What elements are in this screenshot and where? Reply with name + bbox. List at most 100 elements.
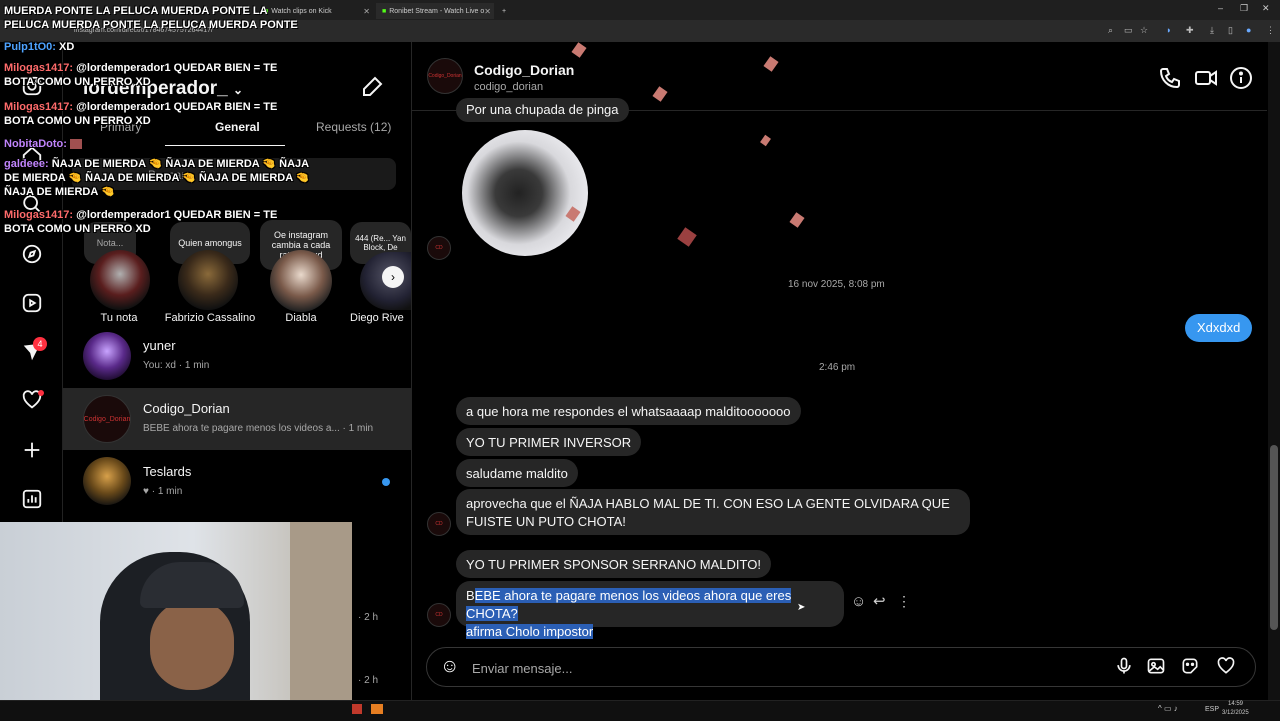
notification-dot bbox=[38, 390, 44, 396]
explore-icon[interactable] bbox=[18, 240, 46, 268]
message-bubble[interactable]: YO TU PRIMER INVERSOR bbox=[456, 428, 642, 456]
chat-text: ÑAJA DE MIERDA 🤏 ÑAJA DE MIERDA 🤏 ÑAJA D… bbox=[4, 158, 310, 198]
app-icon[interactable] bbox=[371, 704, 383, 714]
stream-chat-line: NobitaDoto: bbox=[4, 137, 304, 151]
avatar[interactable] bbox=[270, 250, 332, 312]
cast-icon[interactable]: ▭ bbox=[1124, 25, 1133, 36]
message-line: FUISTE UN PUTO CHOTA! bbox=[466, 514, 626, 529]
shared-image[interactable] bbox=[462, 130, 588, 256]
chat-avatar[interactable]: Codigo_Dorian bbox=[427, 58, 463, 94]
avatar bbox=[83, 332, 131, 380]
message-text: B bbox=[466, 588, 475, 603]
background-wall bbox=[290, 522, 352, 700]
zoom-icon[interactable]: ⌕ bbox=[1108, 25, 1113, 36]
close-icon[interactable]: ✕ bbox=[484, 7, 491, 16]
chat-contact-handle: codigo_dorian bbox=[474, 81, 544, 93]
message-input[interactable] bbox=[470, 658, 1074, 678]
message-bubble[interactable]: a que hora me respondes el whatsaaaap ma… bbox=[456, 397, 801, 425]
conversation-row[interactable]: yuner You: xd · 1 min bbox=[63, 326, 411, 388]
stream-chat-line: Pulp1tO0: XD bbox=[4, 40, 304, 54]
tab-requests[interactable]: Requests (12) bbox=[316, 120, 391, 134]
message-bubble[interactable]: YO TU PRIMER SPONSOR SERRANO MALDITO! bbox=[456, 550, 771, 578]
chat-username: Milogas1417: bbox=[4, 101, 74, 113]
chat-text: XD bbox=[59, 41, 75, 53]
stream-chat-line: galdeee: ÑAJA DE MIERDA 🤏 ÑAJA DE MIERDA… bbox=[4, 157, 322, 199]
selected-text: afirma Cholo impostor bbox=[466, 624, 594, 639]
message-bubble[interactable]: aprovecha que el ÑAJA HABLO MAL DE TI. C… bbox=[456, 489, 970, 535]
browser-tab-ronibet[interactable]: ■ Ronibet Stream - Watch Live o ✕ bbox=[376, 3, 494, 19]
unread-badge: 4 bbox=[33, 337, 47, 351]
create-plus-icon[interactable] bbox=[18, 436, 46, 464]
kick-icon: ■ bbox=[382, 7, 387, 15]
scrollbar-thumb[interactable] bbox=[1270, 445, 1278, 630]
message-bubble[interactable]: saludame maldito bbox=[456, 459, 578, 487]
conversation-preview: ♥ · 1 min bbox=[143, 486, 183, 497]
beanie bbox=[140, 562, 244, 608]
add-photo-icon[interactable] bbox=[1146, 656, 1166, 676]
close-window-icon[interactable]: ✕ bbox=[1262, 3, 1270, 14]
new-tab-button[interactable]: + bbox=[496, 3, 510, 19]
stream-chat-line: Milogas1417: @lordemperador1 QUEDAR BIEN… bbox=[4, 208, 304, 236]
menu-kebab-icon[interactable]: ⋮ bbox=[1266, 25, 1275, 36]
sidebar-icon[interactable]: ▯ bbox=[1228, 25, 1233, 36]
extension-icon[interactable]: ◗ bbox=[1166, 25, 1171, 35]
puzzle-icon[interactable]: ✚ bbox=[1186, 25, 1194, 36]
conversation-preview: You: xd · 1 min bbox=[143, 360, 210, 371]
streamer-face bbox=[150, 600, 234, 690]
dashboard-icon[interactable] bbox=[18, 485, 46, 513]
selected-text: EBE ahora te pagare menos los videos aho… bbox=[466, 588, 792, 621]
avatar bbox=[83, 457, 131, 505]
profile-icon[interactable]: ● bbox=[1246, 25, 1251, 35]
my-message-bubble[interactable]: Xdxdxd bbox=[1185, 314, 1253, 342]
info-icon[interactable] bbox=[1229, 66, 1253, 90]
react-emoji-icon[interactable]: ☺ bbox=[851, 593, 866, 610]
emoji-picker-icon[interactable]: ☺ bbox=[440, 656, 459, 678]
video-call-icon[interactable] bbox=[1194, 66, 1218, 90]
input-language[interactable]: ESP bbox=[1205, 706, 1219, 713]
tab-label: Ronibet Stream - Watch Live o bbox=[389, 7, 485, 15]
reels-icon[interactable] bbox=[18, 289, 46, 317]
os-taskbar bbox=[0, 700, 1280, 721]
minimize-icon[interactable]: – bbox=[1218, 3, 1223, 13]
message-line: aprovecha que el ÑAJA HABLO MAL DE TI. C… bbox=[466, 496, 950, 511]
timestamp: 16 nov 2025, 8:08 pm bbox=[788, 279, 885, 290]
conversation-name: Codigo_Dorian bbox=[143, 401, 230, 416]
restore-icon[interactable]: ❐ bbox=[1240, 3, 1248, 14]
download-icon[interactable]: ⤓ bbox=[1210, 25, 1214, 36]
conversation-preview: · 2 h bbox=[358, 675, 379, 686]
tray-icons[interactable]: ^ ▭ ♪ bbox=[1158, 704, 1178, 713]
stream-chat-line: Milogas1417: @lordemperador1 QUEDAR BIEN… bbox=[4, 100, 304, 128]
message-bubble-selected[interactable]: BEBE ahora te pagare menos los videos ah… bbox=[456, 581, 844, 639]
bookmark-star-icon[interactable]: ☆ bbox=[1140, 25, 1148, 36]
note-label: Fabrizio Cassalino bbox=[164, 312, 256, 324]
chevron-right-icon[interactable]: › bbox=[382, 266, 404, 288]
conversation-row-active[interactable]: Codigo_Dorian Codigo_Dorian BEBE ahora t… bbox=[63, 388, 411, 450]
note-label: Tu nota bbox=[100, 312, 138, 324]
note-label: Diego Rive bbox=[350, 312, 404, 324]
message-bubble[interactable]: Por una chupada de pinga bbox=[456, 98, 629, 122]
reply-icon[interactable]: ↩ bbox=[873, 592, 886, 610]
conversation-row[interactable]: Teslards ♥ · 1 min bbox=[63, 451, 411, 513]
clock-date[interactable]: 3/12/2025 bbox=[1222, 710, 1249, 716]
sticker-icon[interactable] bbox=[1180, 656, 1200, 676]
like-heart-icon[interactable] bbox=[1215, 656, 1237, 676]
avatar[interactable] bbox=[90, 250, 150, 310]
conversation-preview: BEBE ahora te pagare menos los videos a.… bbox=[143, 423, 374, 434]
webcam-overlay bbox=[0, 522, 352, 700]
app-icon[interactable] bbox=[352, 704, 362, 714]
close-icon[interactable]: ✕ bbox=[363, 7, 370, 16]
conversation-name: yuner bbox=[143, 338, 176, 353]
conversation-name: Teslards bbox=[143, 464, 192, 479]
chat-contact-name[interactable]: Codigo_Dorian bbox=[474, 62, 574, 78]
mouse-cursor: ➤ bbox=[797, 602, 806, 613]
unread-dot bbox=[382, 478, 390, 486]
voice-message-icon[interactable] bbox=[1114, 656, 1134, 676]
timestamp: 2:46 pm bbox=[819, 362, 856, 373]
more-options-icon[interactable]: ⋮ bbox=[897, 593, 911, 610]
compose-new-message-icon[interactable] bbox=[360, 75, 384, 99]
avatar[interactable] bbox=[178, 250, 238, 310]
stream-marquee: MUERDA PONTE LA PELUCA MUERDA PONTE LA P… bbox=[4, 5, 298, 31]
clock-time[interactable]: 14:59 bbox=[1228, 701, 1243, 707]
avatar: Codigo_Dorian bbox=[83, 395, 131, 443]
phone-call-icon[interactable] bbox=[1158, 66, 1182, 90]
